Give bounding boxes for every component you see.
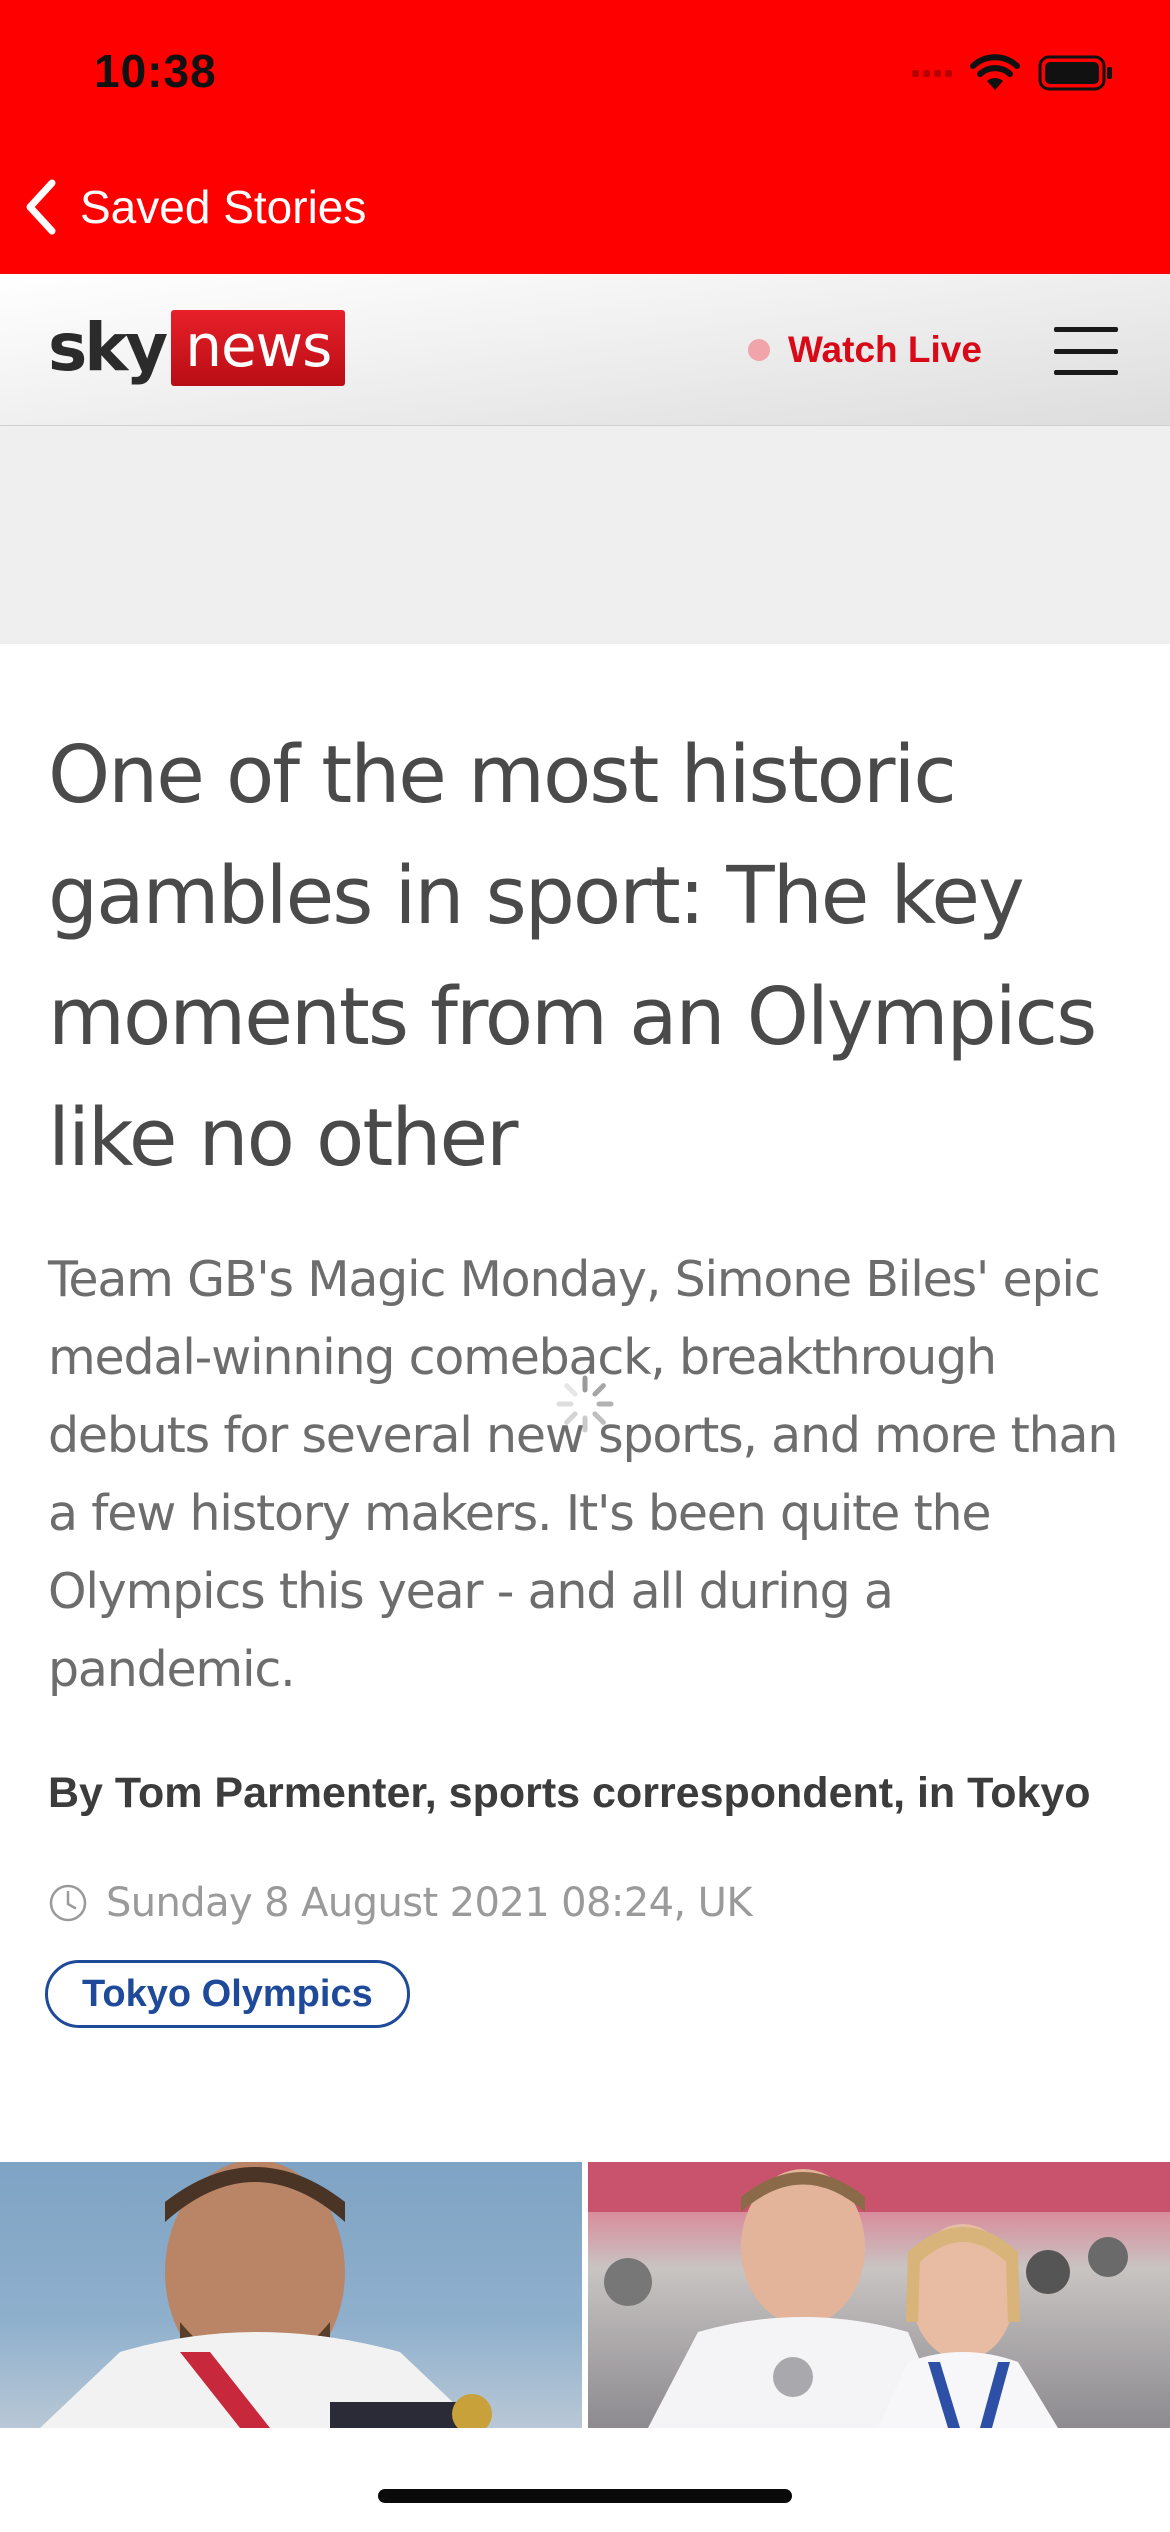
wifi-icon <box>970 54 1020 90</box>
ad-placeholder <box>0 426 1170 644</box>
battery-icon <box>1038 55 1112 91</box>
article-photo-right[interactable] <box>588 2162 1170 2428</box>
signal-icon <box>912 69 952 77</box>
article-byline: By Tom Parmenter, sports correspondent, … <box>48 1769 1091 1817</box>
loading-spinner-icon <box>556 1375 614 1433</box>
article-photo-left[interactable] <box>0 2162 582 2428</box>
sky-news-logo[interactable]: sky news <box>48 308 346 388</box>
home-indicator[interactable] <box>378 2489 792 2503</box>
logo-sky-text: sky <box>48 309 168 386</box>
back-chevron-icon <box>26 179 56 235</box>
live-dot-icon <box>748 339 770 361</box>
watch-live-link[interactable]: Watch Live <box>748 322 982 378</box>
article-timestamp: Sunday 8 August 2021 08:24, UK <box>48 1880 1128 1926</box>
status-bar: 10:38 <box>0 0 1170 150</box>
article-headline: One of the most historic gambles in spor… <box>48 729 1097 1184</box>
article-image-gallery[interactable] <box>0 2162 1170 2428</box>
menu-icon[interactable] <box>1050 324 1122 378</box>
article-standfirst: Team GB's Magic Monday, Simone Biles' ep… <box>48 1251 1118 1698</box>
status-icons <box>912 54 1114 92</box>
site-header: sky news Watch Live <box>0 274 1170 426</box>
navigation-bar: Saved Stories <box>0 150 1170 274</box>
logo-news-text: news <box>171 310 346 386</box>
timestamp-text: Sunday 8 August 2021 08:24, UK <box>106 1880 753 1926</box>
watch-live-label: Watch Live <box>788 329 982 370</box>
back-button[interactable]: Saved Stories <box>20 172 366 242</box>
back-label: Saved Stories <box>80 181 367 233</box>
clock-icon <box>49 1884 87 1922</box>
tag-tokyo-olympics[interactable]: Tokyo Olympics <box>45 1960 410 2028</box>
status-time: 10:38 <box>94 45 217 97</box>
article: One of the most historic gambles in spor… <box>45 715 1128 2028</box>
